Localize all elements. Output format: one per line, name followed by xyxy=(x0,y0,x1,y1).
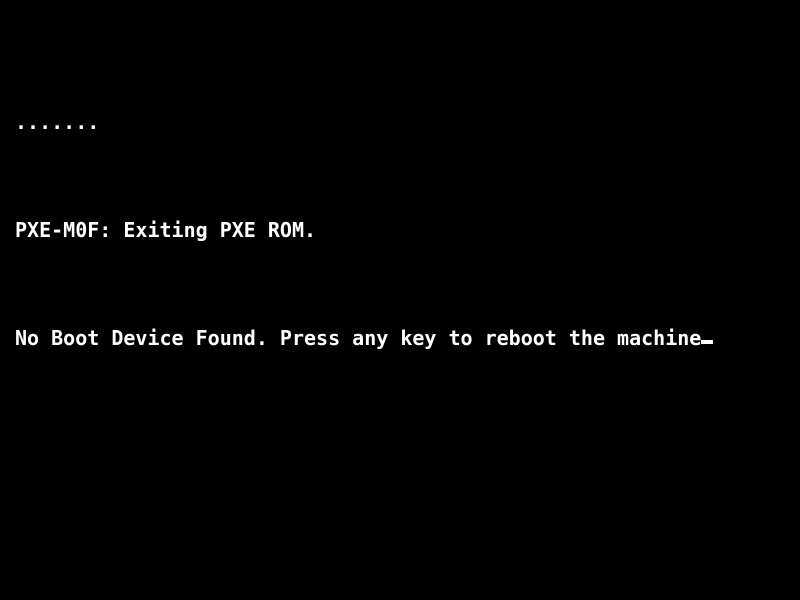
bios-boot-console-screen: ....... PXE-M0F: Exiting PXE ROM. No Boo… xyxy=(0,0,800,600)
boot-error-text: No Boot Device Found. Press any key to r… xyxy=(15,326,702,350)
console-line-pxe-status: PXE-M0F: Exiting PXE ROM. xyxy=(15,217,713,244)
pxe-status-text: PXE-M0F: Exiting PXE ROM. xyxy=(15,218,317,242)
console-output: ....... PXE-M0F: Exiting PXE ROM. No Boo… xyxy=(15,28,714,433)
progress-dots-text: ....... xyxy=(15,110,100,134)
console-line-boot-error: No Boot Device Found. Press any key to r… xyxy=(15,325,714,352)
text-cursor xyxy=(701,340,714,344)
console-line-progress-dots: ....... xyxy=(15,109,713,136)
